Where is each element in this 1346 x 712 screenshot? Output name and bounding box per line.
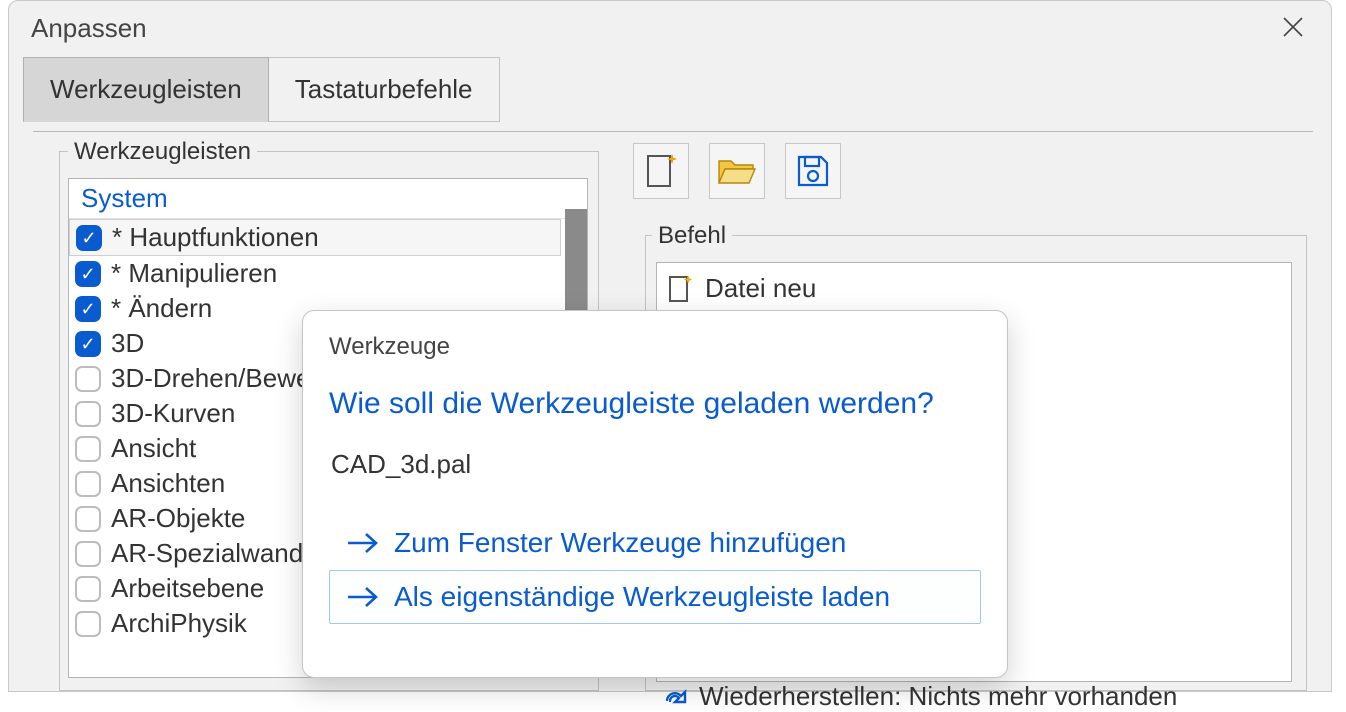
open-toolbar-button[interactable] <box>709 143 765 199</box>
list-item-label: * Ändern <box>111 293 212 324</box>
tab-strip: Werkzeugleisten Tastaturbefehle <box>23 57 1331 122</box>
new-file-icon <box>644 152 678 190</box>
option-label: Als eigenständige Werkzeugleiste laden <box>394 581 890 613</box>
list-item-label: AR-Objekte <box>111 503 245 534</box>
arrow-right-icon <box>346 586 380 608</box>
titlebar: Anpassen <box>9 1 1331 57</box>
list-item-label: 3D-Kurven <box>111 398 235 429</box>
save-floppy-icon <box>796 154 830 188</box>
close-button[interactable] <box>1273 13 1313 47</box>
modal-category: Werkzeuge <box>329 333 981 361</box>
modal-filename: CAD_3d.pal <box>331 449 981 480</box>
checkbox-icon[interactable]: ✓ <box>75 296 101 322</box>
checkbox-icon[interactable] <box>75 541 101 567</box>
list-item-label: * Hauptfunktionen <box>112 222 319 253</box>
checkbox-icon[interactable] <box>75 401 101 427</box>
command-groupbox-label: Befehl <box>652 222 732 250</box>
separator <box>33 131 1313 132</box>
list-item-label: Arbeitsebene <box>111 573 264 604</box>
checkbox-icon[interactable] <box>75 506 101 532</box>
option-add-to-tools-window[interactable]: Zum Fenster Werkzeuge hinzufügen <box>329 516 981 570</box>
checkbox-icon[interactable] <box>75 436 101 462</box>
checkbox-icon[interactable]: ✓ <box>75 261 101 287</box>
command-item-label: Datei neu <box>705 273 816 304</box>
list-item-label: Ansichten <box>111 468 225 499</box>
open-folder-icon <box>717 155 757 187</box>
checkbox-icon[interactable]: ✓ <box>76 225 102 251</box>
new-file-icon <box>667 274 693 304</box>
option-load-standalone-toolbar[interactable]: Als eigenständige Werkzeugleiste laden <box>329 570 981 624</box>
checkbox-icon[interactable] <box>75 611 101 637</box>
arrow-right-icon <box>346 532 380 554</box>
command-item[interactable]: Datei neu <box>667 271 1281 306</box>
list-item-label: Ansicht <box>111 433 196 464</box>
window-title: Anpassen <box>31 13 147 44</box>
list-item[interactable]: ✓ * Manipulieren <box>69 256 587 291</box>
command-item-partial: Wiederherstellen: Nichts mehr vorhanden <box>663 681 1177 712</box>
new-toolbar-button[interactable] <box>633 143 689 199</box>
save-toolbar-button[interactable] <box>785 143 841 199</box>
toolbars-group-header: System <box>69 179 587 219</box>
list-item[interactable]: ✓ * Hauptfunktionen <box>69 219 561 256</box>
checkbox-icon[interactable] <box>75 471 101 497</box>
modal-heading: Wie soll die Werkzeugleiste geladen werd… <box>329 387 981 421</box>
list-item-label: ArchiPhysik <box>111 608 247 639</box>
checkbox-icon[interactable] <box>75 576 101 602</box>
list-item-label: 3D <box>111 328 144 359</box>
list-item-label: * Manipulieren <box>111 258 277 289</box>
toolbar-action-row <box>633 143 841 199</box>
option-label: Zum Fenster Werkzeuge hinzufügen <box>394 527 846 559</box>
load-toolbar-dialog: Werkzeuge Wie soll die Werkzeugleiste ge… <box>302 310 1008 678</box>
tab-toolbars[interactable]: Werkzeugleisten <box>23 57 269 122</box>
close-icon <box>1281 15 1305 39</box>
command-item-label: Wiederherstellen: Nichts mehr vorhanden <box>699 681 1177 712</box>
tab-keyboard-shortcuts[interactable]: Tastaturbefehle <box>269 57 500 122</box>
redo-icon <box>663 686 689 708</box>
toolbars-groupbox-label: Werkzeugleisten <box>68 138 257 166</box>
checkbox-icon[interactable] <box>75 366 101 392</box>
checkbox-icon[interactable]: ✓ <box>75 331 101 357</box>
